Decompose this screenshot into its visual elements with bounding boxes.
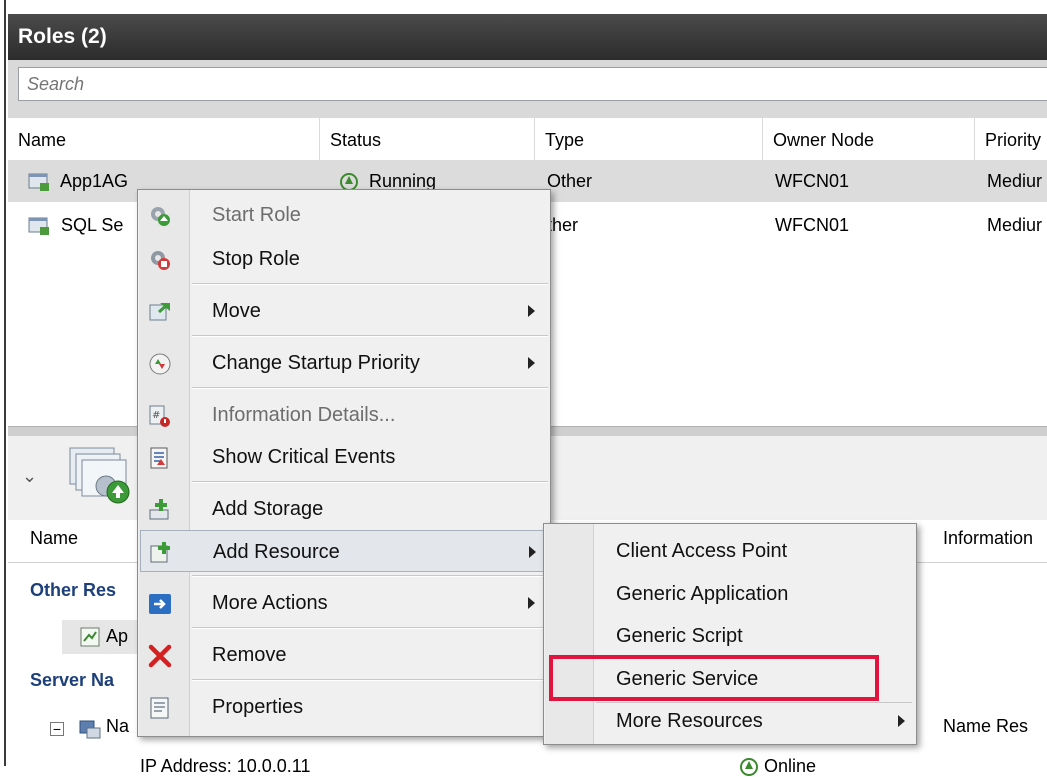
submenu-arrow-icon: [529, 546, 536, 558]
group-other-resources: Other Res: [30, 580, 117, 600]
ip-address-row: IP Address: 10.0.0.11: [140, 756, 311, 776]
column-header-owner-node[interactable]: Owner Node: [763, 118, 975, 160]
start-role-icon: [151, 207, 170, 226]
menu-separator: [192, 679, 548, 681]
priority-icon: [149, 353, 171, 375]
menu-separator: [192, 283, 548, 285]
table-row[interactable]: Ap: [62, 620, 142, 654]
chevron-down-icon[interactable]: ⌄: [22, 466, 37, 487]
menu-separator: [192, 335, 548, 337]
details-column-name[interactable]: Name: [30, 528, 78, 549]
move-icon: [149, 302, 170, 321]
window-border: [0, 0, 6, 766]
highlight-annotation-box: [549, 655, 879, 701]
submenu-arrow-icon: [528, 597, 535, 609]
critical-events-icon: [150, 447, 168, 469]
role-large-icon: [69, 447, 130, 504]
submenu-arrow-icon: [898, 715, 905, 727]
menu-item-move[interactable]: Move: [140, 290, 550, 332]
column-header-status[interactable]: Status: [320, 118, 535, 160]
role-priority: Mediur: [987, 171, 1043, 191]
column-header-name[interactable]: Name: [8, 118, 320, 160]
menu-item-show-critical-events[interactable]: Show Critical Events: [140, 436, 550, 478]
role-status: Running: [369, 171, 437, 191]
remove-icon: [148, 644, 172, 668]
menu-separator: [192, 627, 548, 629]
menu-item-properties[interactable]: Properties: [140, 686, 550, 728]
properties-icon: [150, 697, 169, 719]
add-resource-icon: [150, 542, 170, 563]
role-icon: [28, 217, 49, 236]
resource-name: Ap: [106, 626, 129, 646]
roles-grid-header: Name Status Type Owner Node Priority: [8, 118, 1047, 161]
roles-title: Roles (2): [8, 14, 1047, 60]
resource-icon: [80, 627, 100, 647]
network-name-icon: [79, 720, 101, 739]
network-name-label: Na: [106, 716, 130, 736]
details-column-information[interactable]: Information: [943, 528, 1033, 549]
role-type: Other: [547, 171, 593, 191]
info-details-icon: #: [149, 405, 170, 427]
menu-separator: [192, 387, 548, 389]
menu-separator: [192, 481, 548, 483]
role-type: ther: [547, 215, 579, 235]
role-name: SQL Se: [61, 215, 124, 235]
add-storage-icon: [149, 499, 169, 520]
menu-item-more-actions[interactable]: More Actions: [140, 582, 550, 624]
menu-item-start-role[interactable]: Start Role: [140, 194, 550, 236]
online-status-icon: [740, 758, 758, 777]
submenu-item-more-resources[interactable]: More Resources: [546, 700, 914, 742]
stop-role-icon: [151, 251, 170, 270]
role-priority: Mediur: [987, 215, 1043, 235]
column-header-type[interactable]: Type: [535, 118, 763, 160]
submenu-item-client-access-point[interactable]: Client Access Point: [546, 530, 914, 572]
submenu-arrow-icon: [528, 305, 535, 317]
menu-item-add-resource[interactable]: Add Resource: [140, 530, 550, 572]
role-owner-node: WFCN01: [775, 171, 850, 191]
menu-item-stop-role[interactable]: Stop Role: [140, 238, 550, 280]
menu-item-change-startup-priority[interactable]: Change Startup Priority: [140, 342, 550, 384]
more-actions-icon: [149, 594, 171, 614]
column-header-priority[interactable]: Priority: [975, 118, 1047, 160]
menu-separator: [192, 575, 548, 577]
group-server-name: Server Na: [30, 670, 115, 690]
collapse-toggle[interactable]: −: [50, 722, 64, 736]
menu-item-add-storage[interactable]: Add Storage: [140, 488, 550, 530]
search-input[interactable]: [18, 67, 1047, 101]
menu-item-information-details[interactable]: # Information Details...: [140, 394, 550, 436]
menu-item-remove[interactable]: Remove: [140, 634, 550, 676]
submenu-item-generic-script[interactable]: Generic Script: [546, 615, 914, 657]
role-icon: [28, 173, 49, 192]
network-name-info: Name Res: [943, 716, 1029, 736]
ip-status: Online: [764, 756, 817, 776]
submenu-item-generic-application[interactable]: Generic Application: [546, 573, 914, 615]
role-owner-node: WFCN01: [775, 215, 850, 235]
svg-text:#: #: [152, 410, 160, 421]
submenu-arrow-icon: [528, 357, 535, 369]
role-name: App1AG: [60, 171, 129, 191]
